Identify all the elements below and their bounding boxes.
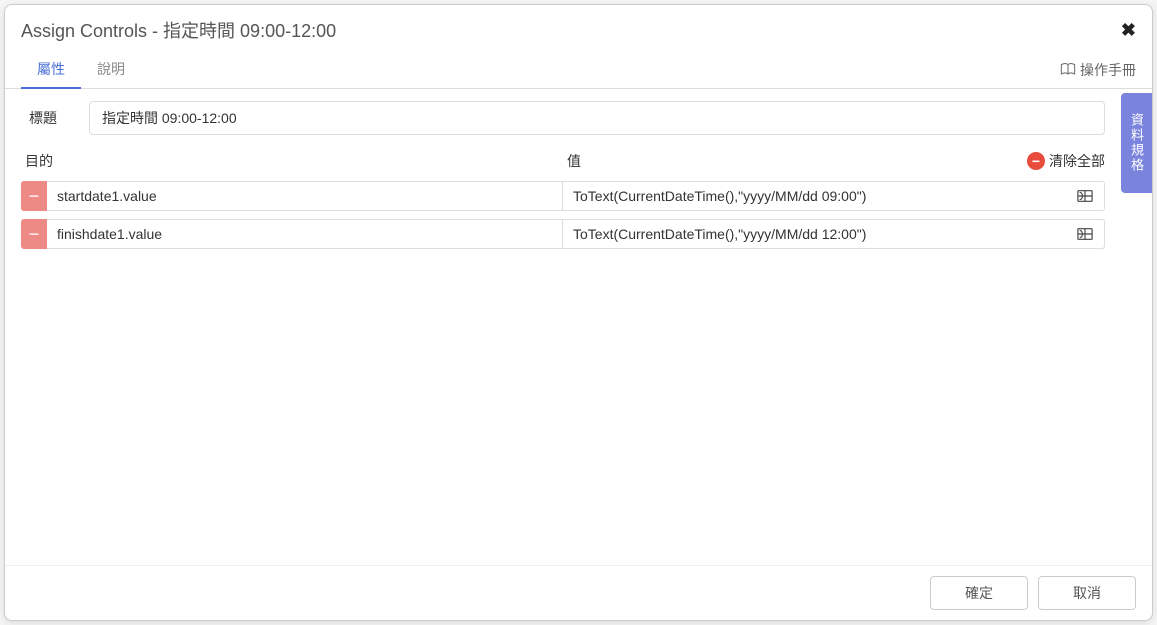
content-wrapper: 標題 目的 值 − 清除全部 − startdate1.value ToText…: [5, 89, 1152, 565]
dialog-title: Assign Controls - 指定時間 09:00-12:00: [21, 17, 336, 43]
ok-button[interactable]: 確定: [930, 576, 1028, 610]
content-area: 標題 目的 值 − 清除全部 − startdate1.value ToText…: [5, 89, 1121, 565]
title-label: 標題: [21, 108, 69, 128]
clear-all-button[interactable]: − 清除全部: [1027, 151, 1105, 171]
cancel-button[interactable]: 取消: [1038, 576, 1136, 610]
target-value: startdate1.value: [57, 188, 157, 204]
columns-header: 目的 值 − 清除全部: [21, 151, 1105, 171]
title-input[interactable]: [89, 101, 1105, 135]
target-cell[interactable]: startdate1.value: [47, 181, 563, 211]
value-text: ToText(CurrentDateTime(),"yyyy/MM/dd 12:…: [573, 226, 1068, 242]
dialog-header: Assign Controls - 指定時間 09:00-12:00 ✖: [5, 5, 1152, 51]
formula-icon[interactable]: [1076, 226, 1094, 242]
column-value-header: 值: [563, 151, 1027, 171]
tab-properties[interactable]: 屬性: [21, 51, 81, 89]
formula-icon[interactable]: [1076, 188, 1094, 204]
column-target-header: 目的: [21, 151, 563, 171]
side-tab-data-spec[interactable]: 資料規格: [1121, 93, 1152, 193]
data-row: − finishdate1.value ToText(CurrentDateTi…: [21, 219, 1105, 249]
minus-circle-icon: −: [1027, 152, 1045, 170]
clear-all-label: 清除全部: [1049, 151, 1105, 171]
manual-link[interactable]: 操作手冊: [1060, 60, 1136, 80]
book-icon: [1060, 63, 1076, 77]
dialog-footer: 確定 取消: [5, 565, 1152, 620]
tab-description[interactable]: 說明: [81, 51, 141, 89]
remove-row-button[interactable]: −: [21, 219, 47, 249]
remove-row-button[interactable]: −: [21, 181, 47, 211]
manual-label: 操作手冊: [1080, 60, 1136, 80]
tab-bar: 屬性 說明 操作手冊: [5, 51, 1152, 89]
data-row: − startdate1.value ToText(CurrentDateTim…: [21, 181, 1105, 211]
value-cell[interactable]: ToText(CurrentDateTime(),"yyyy/MM/dd 09:…: [563, 181, 1105, 211]
value-text: ToText(CurrentDateTime(),"yyyy/MM/dd 09:…: [573, 188, 1068, 204]
value-cell[interactable]: ToText(CurrentDateTime(),"yyyy/MM/dd 12:…: [563, 219, 1105, 249]
target-value: finishdate1.value: [57, 226, 162, 242]
target-cell[interactable]: finishdate1.value: [47, 219, 563, 249]
assign-controls-dialog: Assign Controls - 指定時間 09:00-12:00 ✖ 屬性 …: [4, 4, 1153, 621]
close-button[interactable]: ✖: [1121, 20, 1136, 41]
title-row: 標題: [21, 101, 1105, 135]
